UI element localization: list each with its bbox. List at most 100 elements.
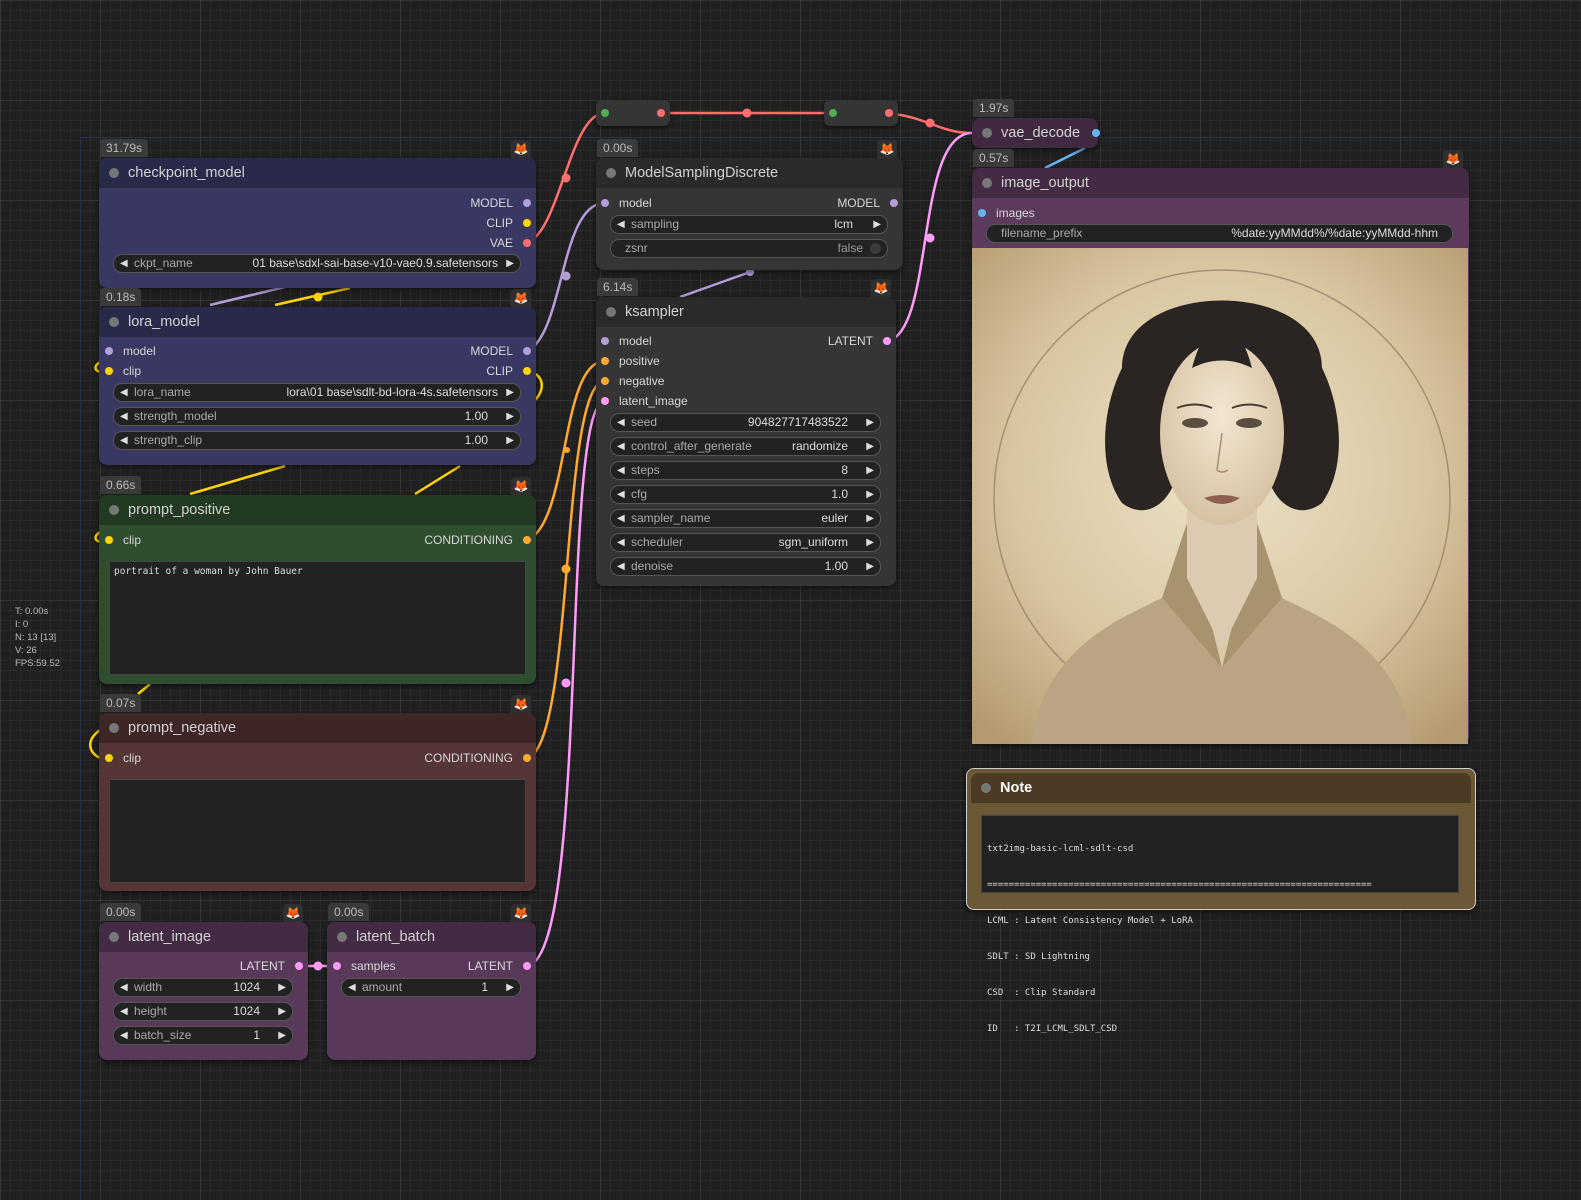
collapse-dot[interactable] <box>606 307 616 317</box>
collapse-dot[interactable] <box>109 317 119 327</box>
decrement-arrow-icon[interactable]: ◀ <box>617 534 625 551</box>
node-header[interactable]: latent_image <box>99 922 308 952</box>
input-negative[interactable]: negative <box>601 373 664 389</box>
output-vae[interactable]: VAE <box>490 235 531 251</box>
increment-arrow-icon[interactable]: ▶ <box>506 408 514 425</box>
slot-dot[interactable] <box>523 962 531 970</box>
reroute-input[interactable] <box>829 109 837 117</box>
negative-prompt-text-area[interactable] <box>109 779 526 883</box>
slot-dot[interactable] <box>523 199 531 207</box>
slot-dot[interactable] <box>523 367 531 375</box>
slot-dot[interactable] <box>601 357 609 365</box>
strength-model-number[interactable]: ◀ strength_model 1.00 ▶ <box>113 407 521 426</box>
reroute-output[interactable] <box>657 109 665 117</box>
increment-arrow-icon[interactable]: ▶ <box>873 216 881 233</box>
output-model[interactable]: MODEL <box>470 195 531 211</box>
node-lora-model[interactable]: lora_model model clip MODEL CLIP ◀ lora_… <box>99 307 536 465</box>
reroute-input[interactable] <box>601 109 609 117</box>
collapse-dot[interactable] <box>337 932 347 942</box>
slot-dot[interactable] <box>883 337 891 345</box>
denoise-number[interactable]: ◀ denoise 1.00 ▶ <box>610 557 881 576</box>
collapse-dot[interactable] <box>109 723 119 733</box>
increment-arrow-icon[interactable]: ▶ <box>506 432 514 449</box>
decrement-arrow-icon[interactable]: ◀ <box>617 510 625 527</box>
slot-dot[interactable] <box>890 199 898 207</box>
prompt-text-area[interactable]: portrait of a woman by John Bauer <box>109 561 526 675</box>
node-header[interactable]: ksampler <box>596 297 896 327</box>
strength-clip-number[interactable]: ◀ strength_clip 1.00 ▶ <box>113 431 521 450</box>
output-latent[interactable]: LATENT <box>240 958 303 974</box>
node-header[interactable]: latent_batch <box>327 922 536 952</box>
increment-arrow-icon[interactable]: ▶ <box>506 384 514 401</box>
amount-number[interactable]: ◀ amount 1 ▶ <box>341 978 521 997</box>
node-vae-decode[interactable]: vae_decode <box>972 118 1100 148</box>
output-clip[interactable]: CLIP <box>486 215 531 231</box>
node-header[interactable]: prompt_negative <box>99 713 536 743</box>
slot-dot[interactable] <box>105 367 113 375</box>
increment-arrow-icon[interactable]: ▶ <box>866 486 874 503</box>
decrement-arrow-icon[interactable]: ◀ <box>120 384 128 401</box>
node-header[interactable]: prompt_positive <box>99 495 536 525</box>
input-model[interactable]: model <box>105 343 156 359</box>
collapse-dot[interactable] <box>109 932 119 942</box>
collapse-dot[interactable] <box>981 783 991 793</box>
slot-dot[interactable] <box>105 754 113 762</box>
control-after-generate-combo[interactable]: ◀ control_after_generate randomize ▶ <box>610 437 881 456</box>
slot-dot[interactable] <box>601 397 609 405</box>
decrement-arrow-icon[interactable]: ◀ <box>617 216 625 233</box>
decrement-arrow-icon[interactable]: ◀ <box>120 408 128 425</box>
input-clip[interactable]: clip <box>105 532 141 548</box>
decrement-arrow-icon[interactable]: ◀ <box>120 979 128 996</box>
toggle-knob[interactable] <box>870 243 881 254</box>
lora-name-combo[interactable]: ◀ lora_name lora\01 base\sdlt-bd-lora-4s… <box>113 383 521 402</box>
node-model-sampling-discrete[interactable]: ModelSamplingDiscrete model MODEL ◀ samp… <box>596 158 903 270</box>
output-image-preview[interactable] <box>972 248 1468 744</box>
slot-dot[interactable] <box>523 239 531 247</box>
decrement-arrow-icon[interactable]: ◀ <box>120 1003 128 1020</box>
output-image-dot[interactable] <box>1092 129 1100 137</box>
filename-prefix-input[interactable]: filename_prefix %date:yyMMdd%/%date:yyMM… <box>986 224 1453 243</box>
node-latent-batch[interactable]: latent_batch samples LATENT ◀ amount 1 ▶ <box>327 922 536 1060</box>
slot-dot[interactable] <box>523 219 531 227</box>
output-conditioning[interactable]: CONDITIONING <box>424 750 531 766</box>
slot-dot[interactable] <box>333 962 341 970</box>
input-positive[interactable]: positive <box>601 353 660 369</box>
input-latent-image[interactable]: latent_image <box>601 393 688 409</box>
ckpt-name-combo[interactable]: ◀ ckpt_name 01 base\sdxl-sai-base-v10-va… <box>113 254 521 273</box>
increment-arrow-icon[interactable]: ▶ <box>866 534 874 551</box>
decrement-arrow-icon[interactable]: ◀ <box>120 432 128 449</box>
decrement-arrow-icon[interactable]: ◀ <box>120 1027 128 1044</box>
output-latent[interactable]: LATENT <box>828 333 891 349</box>
slot-dot[interactable] <box>105 536 113 544</box>
decrement-arrow-icon[interactable]: ◀ <box>617 486 625 503</box>
decrement-arrow-icon[interactable]: ◀ <box>617 558 625 575</box>
node-header[interactable]: checkpoint_model <box>99 158 536 188</box>
node-prompt-positive[interactable]: prompt_positive clip CONDITIONING portra… <box>99 495 536 684</box>
increment-arrow-icon[interactable]: ▶ <box>866 414 874 431</box>
slot-dot[interactable] <box>105 347 113 355</box>
cfg-number[interactable]: ◀ cfg 1.0 ▶ <box>610 485 881 504</box>
decrement-arrow-icon[interactable]: ◀ <box>617 414 625 431</box>
reroute-node-1[interactable] <box>596 100 670 126</box>
reroute-output[interactable] <box>885 109 893 117</box>
collapse-dot[interactable] <box>982 128 992 138</box>
increment-arrow-icon[interactable]: ▶ <box>278 1003 286 1020</box>
slot-dot[interactable] <box>295 962 303 970</box>
node-header[interactable]: ModelSamplingDiscrete <box>596 158 903 188</box>
input-images[interactable]: images <box>978 205 1035 221</box>
slot-dot[interactable] <box>978 209 986 217</box>
slot-dot[interactable] <box>523 347 531 355</box>
node-checkpoint-model[interactable]: checkpoint_model MODEL CLIP VAE ◀ ckpt_n… <box>99 158 536 288</box>
collapse-dot[interactable] <box>109 505 119 515</box>
node-latent-image[interactable]: latent_image LATENT ◀ width 1024 ▶ ◀ hei… <box>99 922 308 1060</box>
node-header[interactable]: lora_model <box>99 307 536 337</box>
zsnr-toggle[interactable]: zsnr false <box>610 239 888 258</box>
output-clip[interactable]: CLIP <box>486 363 531 379</box>
node-header[interactable]: vae_decode <box>972 118 1098 148</box>
output-conditioning[interactable]: CONDITIONING <box>424 532 531 548</box>
note-text-area[interactable]: txt2img-basic-lcml-sdlt-csd ============… <box>981 815 1459 1034</box>
seed-number[interactable]: ◀ seed 904827717483522 ▶ <box>610 413 881 432</box>
decrement-arrow-icon[interactable]: ◀ <box>617 438 625 455</box>
increment-arrow-icon[interactable]: ▶ <box>866 510 874 527</box>
node-ksampler[interactable]: ksampler model positive negative latent_… <box>596 297 896 586</box>
